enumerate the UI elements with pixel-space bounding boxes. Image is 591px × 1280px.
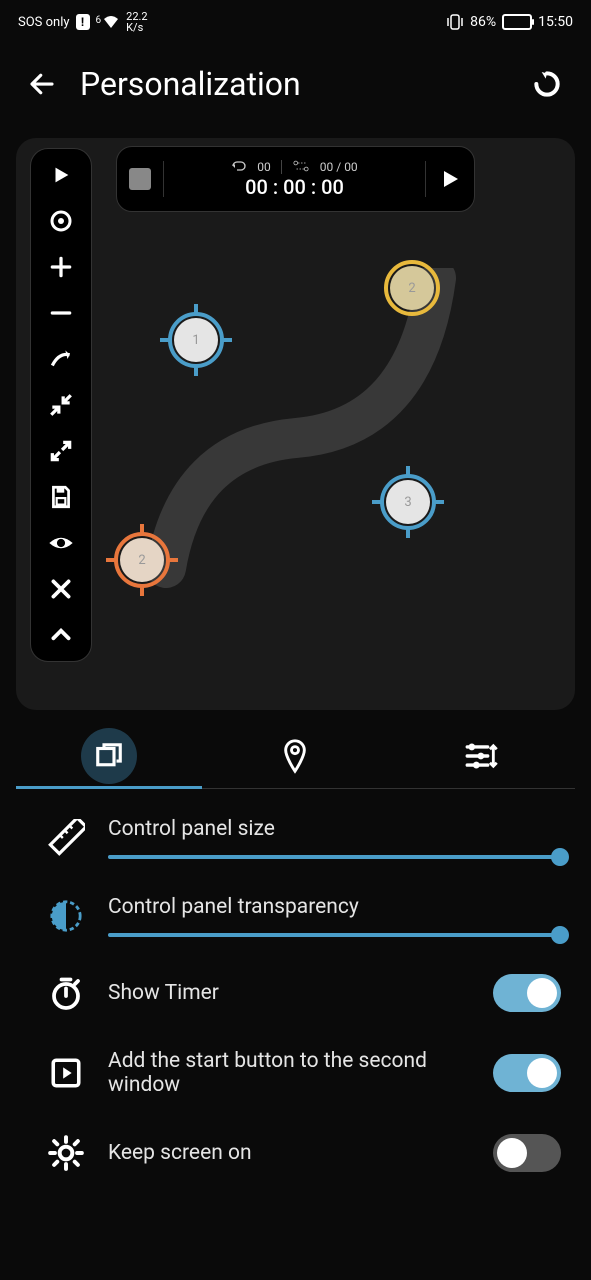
save-tool-button[interactable] xyxy=(47,483,75,511)
wifi-icon: 6 xyxy=(96,15,121,29)
sos-label: SOS only xyxy=(18,15,70,30)
stopwatch-icon xyxy=(46,973,86,1013)
setting-panel-transparency: Control panel transparency xyxy=(46,877,561,955)
start-button-label: Add the start button to the second windo… xyxy=(108,1049,471,1097)
exclamation-icon: ! xyxy=(76,14,90,30)
panel-size-slider[interactable] xyxy=(108,855,561,859)
timer-bar: 00 00 / 00 00 : 00 : 00 xyxy=(116,146,475,212)
panels-icon xyxy=(94,741,124,771)
setting-start-button: Add the start button to the second windo… xyxy=(46,1031,561,1115)
status-right: 86% 15:50 xyxy=(446,13,573,31)
settings-tabs xyxy=(16,724,575,789)
collapse-tool-button[interactable] xyxy=(47,621,75,649)
tap-target-1[interactable]: 1 xyxy=(164,308,228,372)
tap-target-2[interactable]: 2 xyxy=(380,256,444,320)
app-header: Personalization xyxy=(0,44,591,128)
progress-count: 00 / 00 xyxy=(320,160,358,174)
expand-tool-button[interactable] xyxy=(47,437,75,465)
show-timer-toggle[interactable] xyxy=(493,974,561,1012)
loop-icon xyxy=(231,160,247,175)
status-bar: SOS only ! 6 22.2 K/s 86% 15:50 xyxy=(0,0,591,44)
setting-panel-size: Control panel size xyxy=(46,799,561,877)
panel-transparency-label: Control panel transparency xyxy=(108,895,561,919)
loop-count: 00 xyxy=(257,160,271,174)
setting-keep-screen: Keep screen on xyxy=(46,1115,561,1191)
pin-icon xyxy=(281,738,309,774)
preview-panel: 00 00 / 00 00 : 00 : 00 1 2 3 xyxy=(16,138,575,710)
back-button[interactable] xyxy=(24,66,60,102)
record-tool-button[interactable] xyxy=(47,207,75,235)
tab-targets[interactable] xyxy=(202,724,388,788)
reset-button[interactable] xyxy=(527,64,567,104)
vibrate-icon xyxy=(446,13,464,31)
start-button-toggle[interactable] xyxy=(493,1054,561,1092)
shrink-tool-button[interactable] xyxy=(47,391,75,419)
settings-list: Control panel size Control panel transpa… xyxy=(0,789,591,1191)
close-tool-button[interactable] xyxy=(47,575,75,603)
contrast-icon xyxy=(46,896,86,936)
swipe-tool-button[interactable] xyxy=(47,345,75,373)
tap-target-3[interactable]: 3 xyxy=(376,470,440,534)
panel-transparency-slider[interactable] xyxy=(108,933,561,937)
panel-size-label: Control panel size xyxy=(108,817,561,841)
page-title: Personalization xyxy=(80,65,507,103)
tab-adjust[interactable] xyxy=(389,724,575,788)
timer-play-button[interactable] xyxy=(438,167,462,191)
sliders-icon xyxy=(465,741,499,771)
play-window-icon xyxy=(46,1053,86,1093)
status-left: SOS only ! 6 22.2 K/s xyxy=(18,11,148,33)
sun-icon xyxy=(46,1133,86,1173)
timer-display: 00 : 00 : 00 xyxy=(176,175,413,199)
clock: 15:50 xyxy=(538,14,573,30)
plus-tool-button[interactable] xyxy=(47,253,75,281)
setting-show-timer: Show Timer xyxy=(46,955,561,1031)
battery-icon xyxy=(502,14,532,30)
keep-screen-toggle[interactable] xyxy=(493,1134,561,1172)
stop-button[interactable] xyxy=(129,168,151,190)
show-timer-label: Show Timer xyxy=(108,981,471,1005)
battery-percent: 86% xyxy=(470,14,496,30)
tap-target-4[interactable]: 2 xyxy=(110,528,174,592)
ruler-icon xyxy=(46,818,86,858)
progress-icon xyxy=(292,160,310,175)
keep-screen-label: Keep screen on xyxy=(108,1141,471,1165)
network-speed: 22.2 K/s xyxy=(126,11,147,33)
play-tool-button[interactable] xyxy=(47,161,75,189)
control-toolbar xyxy=(30,148,92,662)
tab-panel[interactable] xyxy=(16,724,202,788)
eye-tool-button[interactable] xyxy=(47,529,75,557)
minus-tool-button[interactable] xyxy=(47,299,75,327)
